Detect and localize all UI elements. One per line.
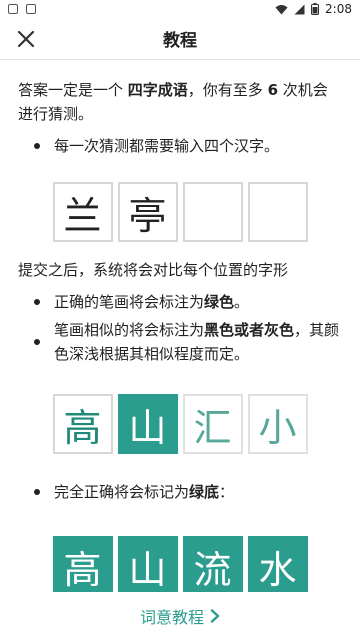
chevron-right-icon [210, 609, 220, 623]
bullet-dot [34, 143, 40, 149]
tutorial-content[interactable]: 答案一定是一个 四字成语，你有至多 6 次机会进行猜测。 每一次猜测都需要输入四… [0, 60, 360, 592]
status-time: 2:08 [325, 2, 352, 16]
char-tile-correct: 山 [117, 536, 178, 592]
intro-paragraph: 答案一定是一个 四字成语，你有至多 6 次机会进行猜测。 [18, 81, 328, 123]
app-notification-icon [26, 4, 36, 14]
char-tile-correct: 高 [52, 536, 113, 592]
char-tile: 亭 [117, 182, 178, 242]
wifi-icon [275, 4, 288, 14]
bullet-text: 正确的笔画将会标注为绿色。 [54, 293, 250, 311]
bullet-dot [34, 339, 40, 345]
char-tile-empty [182, 182, 243, 242]
battery-icon [311, 3, 320, 15]
bullet-dot [34, 299, 40, 305]
page-title: 教程 [163, 31, 197, 51]
char-tile-green-strokes: 高 [52, 394, 113, 454]
status-right: 2:08 [275, 2, 352, 16]
bullet-item: 正确的笔画将会标注为绿色。 [18, 290, 342, 314]
char-tile-correct: 山 [117, 394, 178, 454]
char-tile-partial: 汇 [182, 394, 243, 454]
char-tile: 兰 [52, 182, 113, 242]
char-tile-empty [247, 182, 308, 242]
bullet-dot [34, 489, 40, 495]
bullet-item: 每一次猜测都需要输入四个汉字。 [18, 134, 342, 158]
image-notification-icon [8, 4, 18, 14]
bullet-text: 笔画相似的将会标注为黑色或者灰色，其颜色深浅根据其相似程度而定。 [54, 321, 340, 363]
meaning-tutorial-label: 词意教程 [139, 608, 204, 627]
submit-paragraph: 提交之后，系统将会对比每个位置的字形 [18, 261, 289, 279]
status-left [8, 4, 36, 14]
status-bar: 2:08 [0, 0, 360, 18]
bottom-bar: 词意教程 [0, 592, 360, 640]
example-row-input: 兰 亭 [18, 182, 342, 242]
bullet-item: 完全正确将会标记为绿底： [18, 480, 342, 504]
example-row-strokes: 高 山 汇 小 [18, 394, 342, 454]
bullet-item: 笔画相似的将会标注为黑色或者灰色，其颜色深浅根据其相似程度而定。 [18, 318, 342, 366]
char-tile-correct: 水 [247, 536, 308, 592]
app-bar: 教程 [0, 18, 360, 60]
bullet-text: 每一次猜测都需要输入四个汉字。 [54, 137, 280, 155]
example-row-correct: 高 山 流 水 [18, 536, 342, 592]
char-tile-correct: 流 [182, 536, 243, 592]
char-tile-partial: 小 [247, 394, 308, 454]
close-icon [17, 30, 35, 48]
meaning-tutorial-link[interactable]: 词意教程 [140, 604, 220, 628]
signal-icon [294, 4, 305, 14]
close-button[interactable] [14, 27, 38, 51]
bullet-text: 完全正确将会标记为绿底： [54, 483, 235, 501]
